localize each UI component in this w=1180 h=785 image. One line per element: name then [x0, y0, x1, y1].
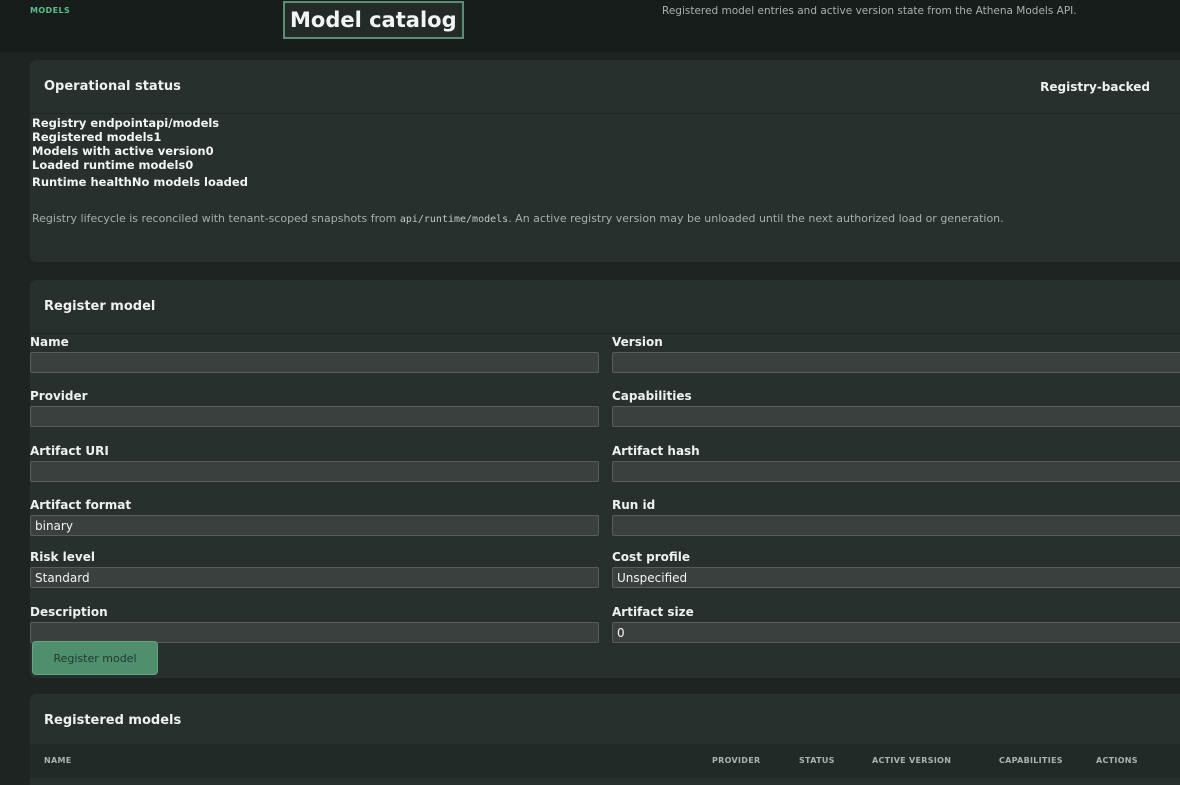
artifact-hash-label: Artifact hash [612, 444, 700, 458]
models-table-header: NAME PROVIDER STATUS ACTIVE VERSION CAPA… [30, 744, 1180, 778]
register-panel-header: Register model [30, 280, 1180, 334]
status-list: Registry endpointapi/models Registered m… [32, 116, 248, 189]
column-header-status[interactable]: STATUS [799, 756, 835, 765]
artifact-uri-input[interactable] [30, 461, 599, 482]
column-header-actions[interactable]: ACTIONS [1096, 756, 1138, 765]
name-input[interactable] [30, 352, 599, 373]
artifact-uri-field: Artifact URI [30, 440, 599, 482]
models-panel-header: Registered models [30, 694, 1180, 748]
status-note: Registry lifecycle is reconciled with te… [32, 210, 1142, 229]
risk-level-field: Risk level [30, 546, 599, 588]
artifact-size-field: Artifact size [612, 601, 1180, 643]
column-header-provider[interactable]: PROVIDER [712, 756, 760, 765]
name-label: Name [30, 335, 69, 349]
register-model-panel: Register model Name Version Provider Cap… [30, 280, 1180, 678]
status-registered-models: Registered models1 [32, 130, 162, 144]
section-eyebrow: MODELS [30, 6, 71, 15]
registry-backed-badge: Registry-backed [1040, 79, 1150, 94]
status-panel-header: Operational status Registry-backed [30, 60, 1180, 114]
artifact-size-label: Artifact size [612, 605, 694, 619]
run-id-field: Run id [612, 494, 1180, 536]
cost-profile-field: Cost profile [612, 546, 1180, 588]
page-subtitle: Registered model entries and active vers… [662, 5, 1077, 17]
status-active-versions: Models with active version0 [32, 144, 214, 158]
run-id-input[interactable] [612, 515, 1180, 536]
artifact-format-field: Artifact format [30, 494, 599, 536]
runtime-endpoint-code: api/runtime/models [399, 214, 509, 225]
artifact-hash-field: Artifact hash [612, 440, 1180, 482]
capabilities-input[interactable] [612, 406, 1180, 427]
description-label: Description [30, 605, 108, 619]
status-note-text-end: . An active registry version may be unlo… [508, 212, 1004, 225]
models-panel-title: Registered models [44, 713, 182, 728]
version-label: Version [612, 335, 663, 349]
column-header-active-version[interactable]: ACTIVE VERSION [872, 756, 951, 765]
capabilities-field: Capabilities [612, 385, 1180, 427]
register-model-button[interactable]: Register model [32, 641, 158, 675]
version-input[interactable] [612, 352, 1180, 373]
operational-status-panel: Operational status Registry-backed Regis… [30, 60, 1180, 262]
status-note-text: Registry lifecycle is reconciled with te… [32, 212, 400, 225]
description-field: Description [30, 601, 599, 643]
artifact-hash-input[interactable] [612, 461, 1180, 482]
description-input[interactable] [30, 622, 599, 643]
column-header-capabilities[interactable]: CAPABILITIES [999, 756, 1063, 765]
status-loaded-runtime-models: Loaded runtime models0 [32, 158, 194, 172]
capabilities-label: Capabilities [612, 389, 692, 403]
provider-label: Provider [30, 389, 88, 403]
risk-level-label: Risk level [30, 550, 95, 564]
status-panel-title: Operational status [44, 79, 181, 94]
page-header: MODELS Model catalog Registered model en… [0, 0, 1180, 52]
risk-level-select[interactable] [30, 567, 599, 588]
status-registry-endpoint: Registry endpointapi/models [32, 116, 220, 130]
provider-input[interactable] [30, 406, 599, 427]
cost-profile-label: Cost profile [612, 550, 691, 564]
column-header-name[interactable]: NAME [44, 756, 72, 765]
provider-field: Provider [30, 385, 599, 427]
name-field: Name [30, 331, 599, 373]
artifact-size-input[interactable] [612, 622, 1180, 643]
cost-profile-select[interactable] [612, 567, 1180, 588]
status-runtime-health: Runtime healthNo models loaded [32, 175, 248, 189]
artifact-format-input[interactable] [30, 515, 599, 536]
register-panel-title: Register model [44, 299, 156, 314]
registered-models-panel: Registered models NAME PROVIDER STATUS A… [30, 694, 1180, 785]
artifact-format-label: Artifact format [30, 498, 132, 512]
artifact-uri-label: Artifact URI [30, 444, 109, 458]
run-id-label: Run id [612, 498, 656, 512]
version-field: Version [612, 331, 1180, 373]
page-title: Model catalog [283, 1, 464, 39]
